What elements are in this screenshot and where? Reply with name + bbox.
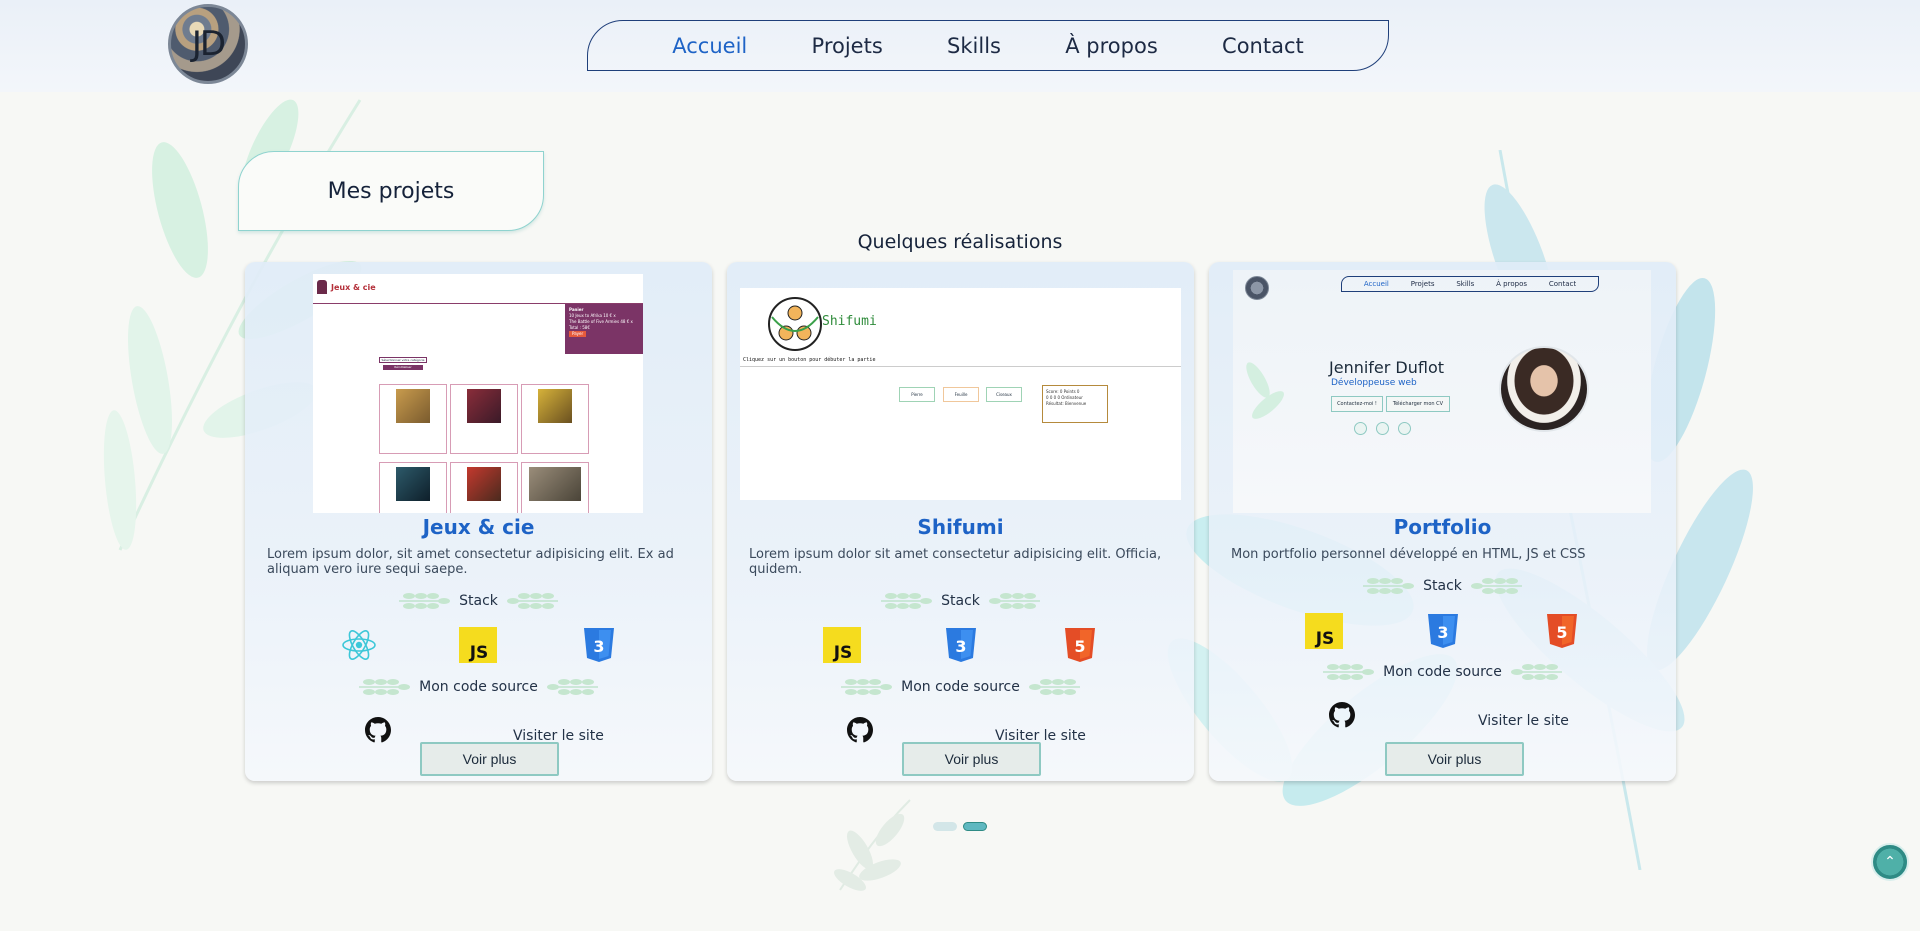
thumb-btn-feuille: Feuille (943, 387, 979, 402)
thumb-score-3: Résultat: Bienvenue (1046, 401, 1087, 406)
section-title: Mes projets (238, 151, 544, 231)
laurel-left-icon (881, 593, 933, 609)
thumb-role: Développeuse web (1331, 378, 1417, 388)
css3-icon: 3 (1428, 614, 1458, 648)
carousel-dot-1[interactable] (933, 822, 957, 831)
laurel-left-icon (1323, 664, 1375, 680)
svg-text:JS: JS (469, 643, 489, 663)
project-card-jeux-et-cie: Jeux & cie Panier 10 Jeux to Afrika 10 €… (245, 262, 712, 781)
project-title: Portfolio (1393, 515, 1492, 539)
project-thumbnail[interactable]: Shifumi Cliquez sur un bouton pour début… (740, 288, 1181, 500)
laurel-right-icon (988, 593, 1040, 609)
project-description: Lorem ipsum dolor sit amet consectetur a… (749, 547, 1162, 577)
thumb-instruction: Cliquez sur un bouton pour débuter la pa… (743, 357, 876, 363)
stack-heading: Stack (727, 590, 1194, 612)
site-header: JD Accueil Projets Skills À propos Conta… (0, 0, 1920, 92)
source-label: Mon code source (901, 679, 1020, 695)
nav-item-accueil[interactable]: Accueil (672, 34, 747, 58)
svg-text:3: 3 (593, 637, 604, 656)
laurel-left-icon (399, 593, 451, 609)
thumb-avatar (1499, 346, 1589, 432)
laurel-left-icon (841, 679, 893, 695)
section-subtitle: Quelques réalisations (857, 231, 1063, 253)
source-label: Mon code source (1383, 664, 1502, 680)
see-more-button[interactable]: Voir plus (1385, 742, 1524, 776)
thumb-brand: Jeux & cie (331, 283, 376, 292)
svg-text:3: 3 (955, 637, 966, 656)
html5-icon: 5 (1547, 614, 1577, 648)
thumb-name: Jennifer Duflot (1329, 358, 1445, 377)
project-card-portfolio: Accueil Projets Skills À propos Contact … (1209, 262, 1676, 781)
css3-icon: 3 (584, 628, 614, 662)
source-heading: Mon code source (1209, 661, 1676, 683)
shifumi-logo-icon (768, 297, 822, 351)
svg-text:JS: JS (1315, 629, 1335, 649)
chevron-up-icon: ⌃ (1884, 854, 1896, 870)
github-icon[interactable] (365, 717, 391, 743)
nav-item-projets[interactable]: Projets (812, 34, 883, 58)
project-title: Shifumi (917, 515, 1004, 539)
laurel-right-icon (1028, 679, 1080, 695)
stack-heading: Stack (1209, 575, 1676, 597)
stack-label: Stack (459, 593, 498, 609)
laurel-right-icon (1510, 664, 1562, 680)
thumb-nav-contact: Contact (1548, 280, 1577, 288)
stack-label: Stack (1423, 578, 1462, 594)
project-description: Mon portfolio personnel développé en HTM… (1231, 547, 1586, 562)
logo-text: JD (191, 24, 226, 64)
project-description: Lorem ipsum dolor, sit amet consectetur … (267, 547, 674, 577)
nav-item-contact[interactable]: Contact (1222, 34, 1304, 58)
visit-site-link[interactable]: Visiter le site (1478, 713, 1569, 729)
project-card-shifumi: Shifumi Cliquez sur un bouton pour début… (727, 262, 1194, 781)
thumb-brand: Shifumi (822, 314, 877, 329)
carousel-dot-2[interactable] (963, 822, 987, 831)
thumb-leaf-decoration (1246, 362, 1284, 419)
react-icon (342, 630, 376, 660)
stack-heading: Stack (245, 590, 712, 612)
thumb-nav-projets: Projets (1410, 280, 1435, 288)
scroll-top-button[interactable]: ⌃ (1871, 843, 1909, 881)
project-thumbnail[interactable]: Accueil Projets Skills À propos Contact … (1233, 270, 1651, 513)
js-icon: JS (823, 627, 861, 663)
see-more-button[interactable]: Voir plus (420, 742, 559, 776)
nav-item-skills[interactable]: Skills (947, 34, 1001, 58)
svg-text:3: 3 (1437, 623, 1448, 642)
js-icon: JS (1305, 613, 1343, 649)
nav-item-a-propos[interactable]: À propos (1065, 34, 1158, 58)
js-icon: JS (459, 627, 497, 663)
thumb-btn-contact: Contactez-moi ! (1331, 396, 1383, 412)
stack-label: Stack (941, 593, 980, 609)
github-icon[interactable] (847, 717, 873, 743)
laurel-right-icon (506, 593, 558, 609)
project-thumbnail[interactable]: Jeux & cie Panier 10 Jeux to Afrika 10 €… (313, 274, 643, 513)
thumb-nav-accueil: Accueil (1363, 280, 1389, 288)
svg-text:5: 5 (1556, 623, 1567, 642)
source-heading: Mon code source (245, 676, 712, 698)
leaf-decoration-bottom (834, 799, 911, 891)
thumb-filter-label: Sélectionnez votre catégorie (379, 357, 427, 363)
thumb-btn-pierre: Pierre (899, 387, 935, 402)
laurel-right-icon (1470, 578, 1522, 594)
main-nav: Accueil Projets Skills À propos Contact (587, 20, 1389, 71)
thumb-btn-ciseaux: Ciseaux (986, 387, 1022, 402)
thumb-nav-a-propos: À propos (1496, 280, 1528, 288)
source-heading: Mon code source (727, 676, 1194, 698)
laurel-left-icon (359, 679, 411, 695)
laurel-left-icon (1363, 578, 1415, 594)
html5-icon: 5 (1065, 628, 1095, 662)
source-label: Mon code source (419, 679, 538, 695)
svg-text:5: 5 (1074, 637, 1085, 656)
css3-icon: 3 (946, 628, 976, 662)
thumb-nav-skills: Skills (1456, 280, 1475, 288)
laurel-right-icon (546, 679, 598, 695)
site-logo[interactable]: JD (168, 4, 248, 84)
thumb-btn-cv: Télécharger mon CV (1386, 396, 1450, 412)
svg-text:JS: JS (833, 643, 853, 663)
github-icon[interactable] (1329, 702, 1355, 728)
see-more-button[interactable]: Voir plus (902, 742, 1041, 776)
project-title: Jeux & cie (422, 515, 535, 539)
thumb-filter-button: Réinitialiser (383, 365, 423, 370)
thumb-panel-button: Payer (569, 331, 587, 337)
